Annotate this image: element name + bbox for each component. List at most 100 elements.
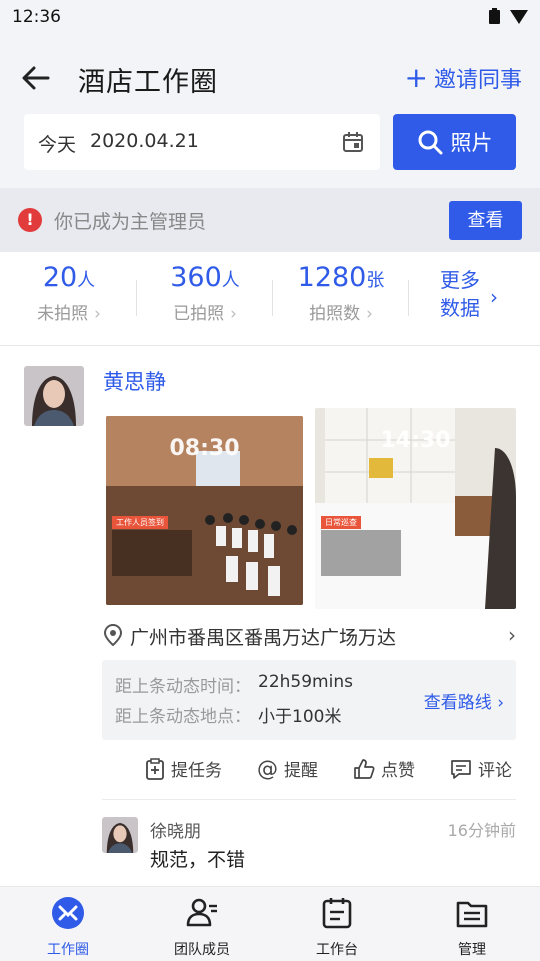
stat-label: 拍照数	[309, 304, 361, 324]
chevron-right-icon: ›	[366, 304, 373, 324]
nav-label: 管理	[458, 942, 486, 958]
activity-info-box: 距上条动态时间： 22h59mins 距上条动态地点： 小于100米 查看路线 …	[102, 660, 516, 740]
photo-time: 14:30	[380, 428, 451, 453]
app-screen: 12:36 酒店工作圈 + 邀请同事 今天 2020.04.21 照片 ! 你已…	[0, 0, 540, 961]
more-data-line1: 更多	[440, 268, 480, 292]
search-icon	[418, 130, 442, 155]
stat-unit: 人	[221, 270, 240, 291]
divider	[272, 280, 273, 316]
status-bar: 12:36	[0, 0, 540, 36]
location-row[interactable]: 广州市番禺区番禺万达广场万达 ›	[104, 621, 516, 651]
comment-button[interactable]: 评论	[450, 756, 512, 781]
avatar-image	[24, 366, 84, 426]
header: 酒店工作圈 + 邀请同事 今天 2020.04.21 照片	[0, 36, 540, 188]
view-route-label: 查看路线	[423, 693, 492, 713]
assign-task-label: 提任务	[171, 761, 222, 781]
invite-label: 邀请同事	[433, 68, 522, 93]
signal-icon	[510, 10, 528, 24]
task-icon	[146, 757, 164, 780]
stat-label: 未拍照	[37, 304, 89, 324]
nav-label: 工作圈	[47, 942, 89, 958]
comment-label: 评论	[478, 761, 512, 781]
distance-label: 距上条动态地点：	[115, 707, 251, 727]
watermark-details	[321, 530, 401, 576]
stat-label: 已拍照	[173, 304, 225, 324]
workbench-icon	[322, 898, 352, 929]
photo-time: 08:30	[169, 436, 240, 461]
stat-unit: 人	[77, 270, 96, 291]
location-text: 广州市番禺区番禺万达广场万达	[130, 627, 397, 649]
comment-author[interactable]: 徐晓朋	[150, 817, 201, 842]
avatar[interactable]	[24, 366, 84, 426]
chevron-right-icon: ›	[94, 304, 101, 324]
divider	[102, 799, 516, 800]
nav-work-circle[interactable]: 工作圈	[8, 895, 128, 959]
assign-task-button[interactable]: 提任务	[145, 756, 222, 781]
date-value: 2020.04.21	[90, 130, 199, 152]
location-pin-icon	[104, 624, 122, 646]
stat-not-photographed[interactable]: 20人 未拍照 ›	[14, 262, 124, 324]
calendar-icon[interactable]	[342, 131, 364, 153]
nav-management[interactable]: 管理	[412, 895, 532, 959]
comment-icon	[451, 759, 471, 779]
stat-unit: 张	[366, 270, 385, 291]
battery-icon	[489, 8, 500, 24]
divider	[136, 280, 137, 316]
comment-avatar[interactable]	[102, 817, 138, 853]
chevron-right-icon: ›	[508, 623, 516, 647]
work-circle-icon	[52, 897, 84, 929]
stat-photographed[interactable]: 360人 已拍照 ›	[150, 262, 260, 324]
photo-search-button[interactable]: 照片	[393, 114, 516, 170]
like-button[interactable]: 点赞	[353, 756, 415, 781]
chevron-right-icon: ›	[230, 304, 237, 324]
team-members-icon	[186, 898, 217, 927]
watermark-details	[112, 530, 192, 576]
notice-text: 你已成为主管理员	[54, 211, 207, 233]
more-data-link[interactable]: 更多 数据	[440, 266, 480, 322]
warning-icon: !	[18, 208, 42, 232]
photo-button-label: 照片	[450, 131, 493, 155]
comment-text: 规范，不错	[150, 849, 246, 871]
like-label: 点赞	[381, 761, 415, 781]
time-since-label: 距上条动态时间：	[115, 677, 251, 697]
invite-colleague-button[interactable]: + 邀请同事	[405, 62, 522, 94]
admin-notice: ! 你已成为主管理员 查看	[0, 188, 540, 252]
watermark-tag: 日常巡查	[321, 516, 361, 529]
stat-photo-count[interactable]: 1280张 拍照数 ›	[286, 262, 396, 324]
page-title: 酒店工作圈	[78, 67, 218, 98]
status-icons	[489, 8, 528, 24]
nav-workbench[interactable]: 工作台	[277, 895, 397, 959]
view-route-link[interactable]: 查看路线 ›	[424, 688, 504, 713]
thumbs-up-icon	[354, 758, 375, 779]
post-photo[interactable]: 08:30 工作人员签到	[106, 416, 303, 605]
divider	[408, 280, 409, 316]
nav-label: 工作台	[316, 942, 358, 958]
watermark-tag: 工作人员签到	[112, 516, 168, 529]
stat-value: 360	[170, 262, 222, 293]
date-picker[interactable]: 今天 2020.04.21	[24, 114, 380, 170]
view-button[interactable]: 查看	[449, 201, 522, 240]
management-icon	[456, 901, 488, 928]
remind-label: 提醒	[284, 761, 318, 781]
post-photo[interactable]: 14:30 日常巡查	[315, 408, 516, 609]
more-data-line2: 数据	[440, 296, 480, 320]
stat-value: 20	[42, 262, 78, 293]
remind-button[interactable]: @ 提醒	[257, 756, 318, 782]
at-icon: @	[257, 756, 278, 781]
post-author[interactable]: 黄思静	[103, 366, 166, 396]
stats-bar: 20人 未拍照 › 360人 已拍照 › 1280张 拍照数 › 更多 数据 ›	[0, 252, 540, 346]
stat-value: 1280	[297, 262, 367, 293]
time-since-value: 22h59mins	[258, 672, 353, 692]
post-actions: 提任务 @ 提醒 点赞 评论	[0, 756, 540, 786]
status-time: 12:36	[12, 7, 61, 27]
nav-team-members[interactable]: 团队成员	[142, 895, 262, 959]
bottom-navigation: 工作圈 团队成员 工作台 管理	[0, 886, 540, 961]
avatar-image	[102, 817, 138, 853]
nav-label: 团队成员	[174, 942, 230, 958]
back-button[interactable]	[18, 60, 54, 96]
comment-time: 16分钟前	[447, 821, 516, 840]
distance-value: 小于100米	[258, 707, 342, 727]
feed-post: 黄思静 08:30 工作人员签到 14:30 日常巡查 广州市番禺区番禺万达广场…	[0, 346, 540, 886]
date-label: 今天	[38, 134, 77, 156]
back-arrow-icon	[22, 66, 50, 90]
